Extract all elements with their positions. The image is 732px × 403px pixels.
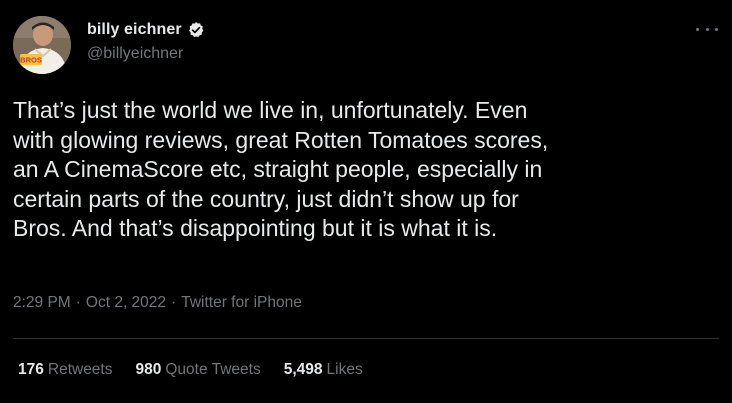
author-block: billy eichner @billyeichner — [87, 19, 205, 63]
engagement-stats: 176 Retweets 980 Quote Tweets 5,498 Likes — [18, 361, 386, 379]
avatar[interactable]: BROS — [13, 16, 71, 74]
tweet-text: That’s just the world we live in, unfort… — [13, 97, 549, 241]
quote-tweets-count: 980 — [135, 361, 162, 378]
tweet-meta: 2:29 PM · Oct 2, 2022 · Twitter for iPhone — [13, 294, 302, 312]
more-dot — [705, 27, 709, 31]
likes-count: 5,498 — [283, 361, 323, 378]
avatar-image: BROS — [13, 16, 71, 74]
display-name[interactable]: billy eichner — [87, 21, 182, 39]
retweets-count: 176 — [18, 361, 44, 378]
handle[interactable]: @billyeichner — [87, 45, 205, 63]
more-dot — [696, 27, 699, 31]
likes-label: Likes — [326, 361, 363, 378]
divider — [13, 338, 719, 339]
quote-tweets-stat[interactable]: 980 Quote Tweets — [136, 361, 261, 379]
tweet-source[interactable]: Twitter for iPhone — [181, 294, 302, 311]
more-dot — [715, 27, 718, 31]
meta-separator: · — [75, 294, 81, 311]
retweets-stat[interactable]: 176 Retweets — [18, 361, 113, 379]
verified-badge-icon — [187, 21, 205, 39]
likes-stat[interactable]: 5,498 Likes — [284, 361, 363, 379]
meta-separator: · — [171, 294, 177, 311]
quote-tweets-label: Quote Tweets — [165, 361, 261, 378]
name-row: billy eichner — [87, 19, 205, 41]
tweet-card: BROS billy eichner @billyeichner That’s … — [0, 0, 732, 403]
more-options-icon[interactable] — [696, 22, 718, 36]
tweet-date[interactable]: Oct 2, 2022 — [86, 294, 166, 311]
tweet-time[interactable]: 2:29 PM — [13, 294, 71, 311]
retweets-label: Retweets — [47, 361, 113, 378]
avatar-shirt-text: BROS — [20, 56, 42, 65]
